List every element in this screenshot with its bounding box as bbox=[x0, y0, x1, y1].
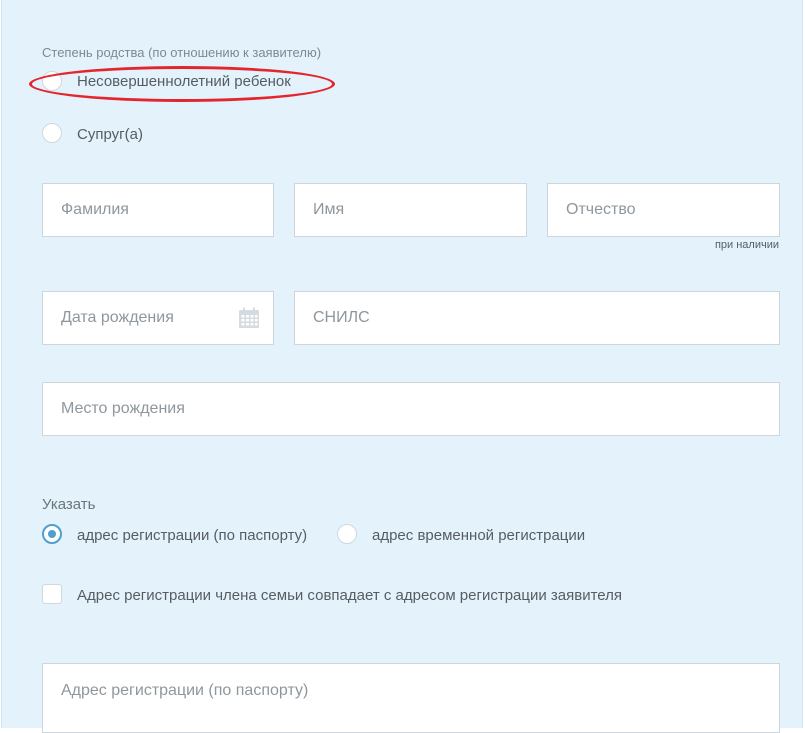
birth-place-input[interactable] bbox=[43, 383, 779, 435]
patronymic-field[interactable] bbox=[547, 183, 780, 237]
reg-address-field[interactable] bbox=[42, 663, 780, 733]
radio-spouse[interactable] bbox=[42, 123, 62, 143]
patronymic-input[interactable] bbox=[548, 184, 779, 236]
address-type-label: Указать bbox=[42, 496, 96, 513]
calendar-icon[interactable] bbox=[238, 307, 260, 329]
snils-field[interactable] bbox=[294, 291, 780, 345]
radio-spouse-label[interactable]: Супруг(а) bbox=[77, 126, 143, 143]
radio-reg-address[interactable] bbox=[42, 524, 62, 544]
same-address-label[interactable]: Адрес регистрации члена семьи совпадает … bbox=[77, 587, 622, 604]
form-panel: Степень родства (по отношению к заявител… bbox=[1, 0, 803, 733]
relation-label: Степень родства (по отношению к заявител… bbox=[42, 45, 322, 60]
patronymic-hint: при наличии bbox=[714, 239, 779, 251]
radio-minor-child-label[interactable]: Несовершеннолетний ребенок bbox=[77, 73, 291, 90]
surname-input[interactable] bbox=[43, 184, 273, 236]
radio-temp-address[interactable] bbox=[337, 524, 357, 544]
snils-input[interactable] bbox=[295, 292, 779, 344]
name-field[interactable] bbox=[294, 183, 527, 237]
birth-date-field[interactable] bbox=[42, 291, 274, 345]
radio-minor-child[interactable] bbox=[42, 71, 62, 91]
surname-field[interactable] bbox=[42, 183, 274, 237]
reg-address-input[interactable] bbox=[43, 664, 779, 718]
radio-reg-address-label[interactable]: адрес регистрации (по паспорту) bbox=[77, 527, 307, 544]
same-address-checkbox[interactable] bbox=[42, 584, 62, 604]
birth-place-field[interactable] bbox=[42, 382, 780, 436]
name-input[interactable] bbox=[295, 184, 526, 236]
radio-temp-address-label[interactable]: адрес временной регистрации bbox=[372, 527, 585, 544]
